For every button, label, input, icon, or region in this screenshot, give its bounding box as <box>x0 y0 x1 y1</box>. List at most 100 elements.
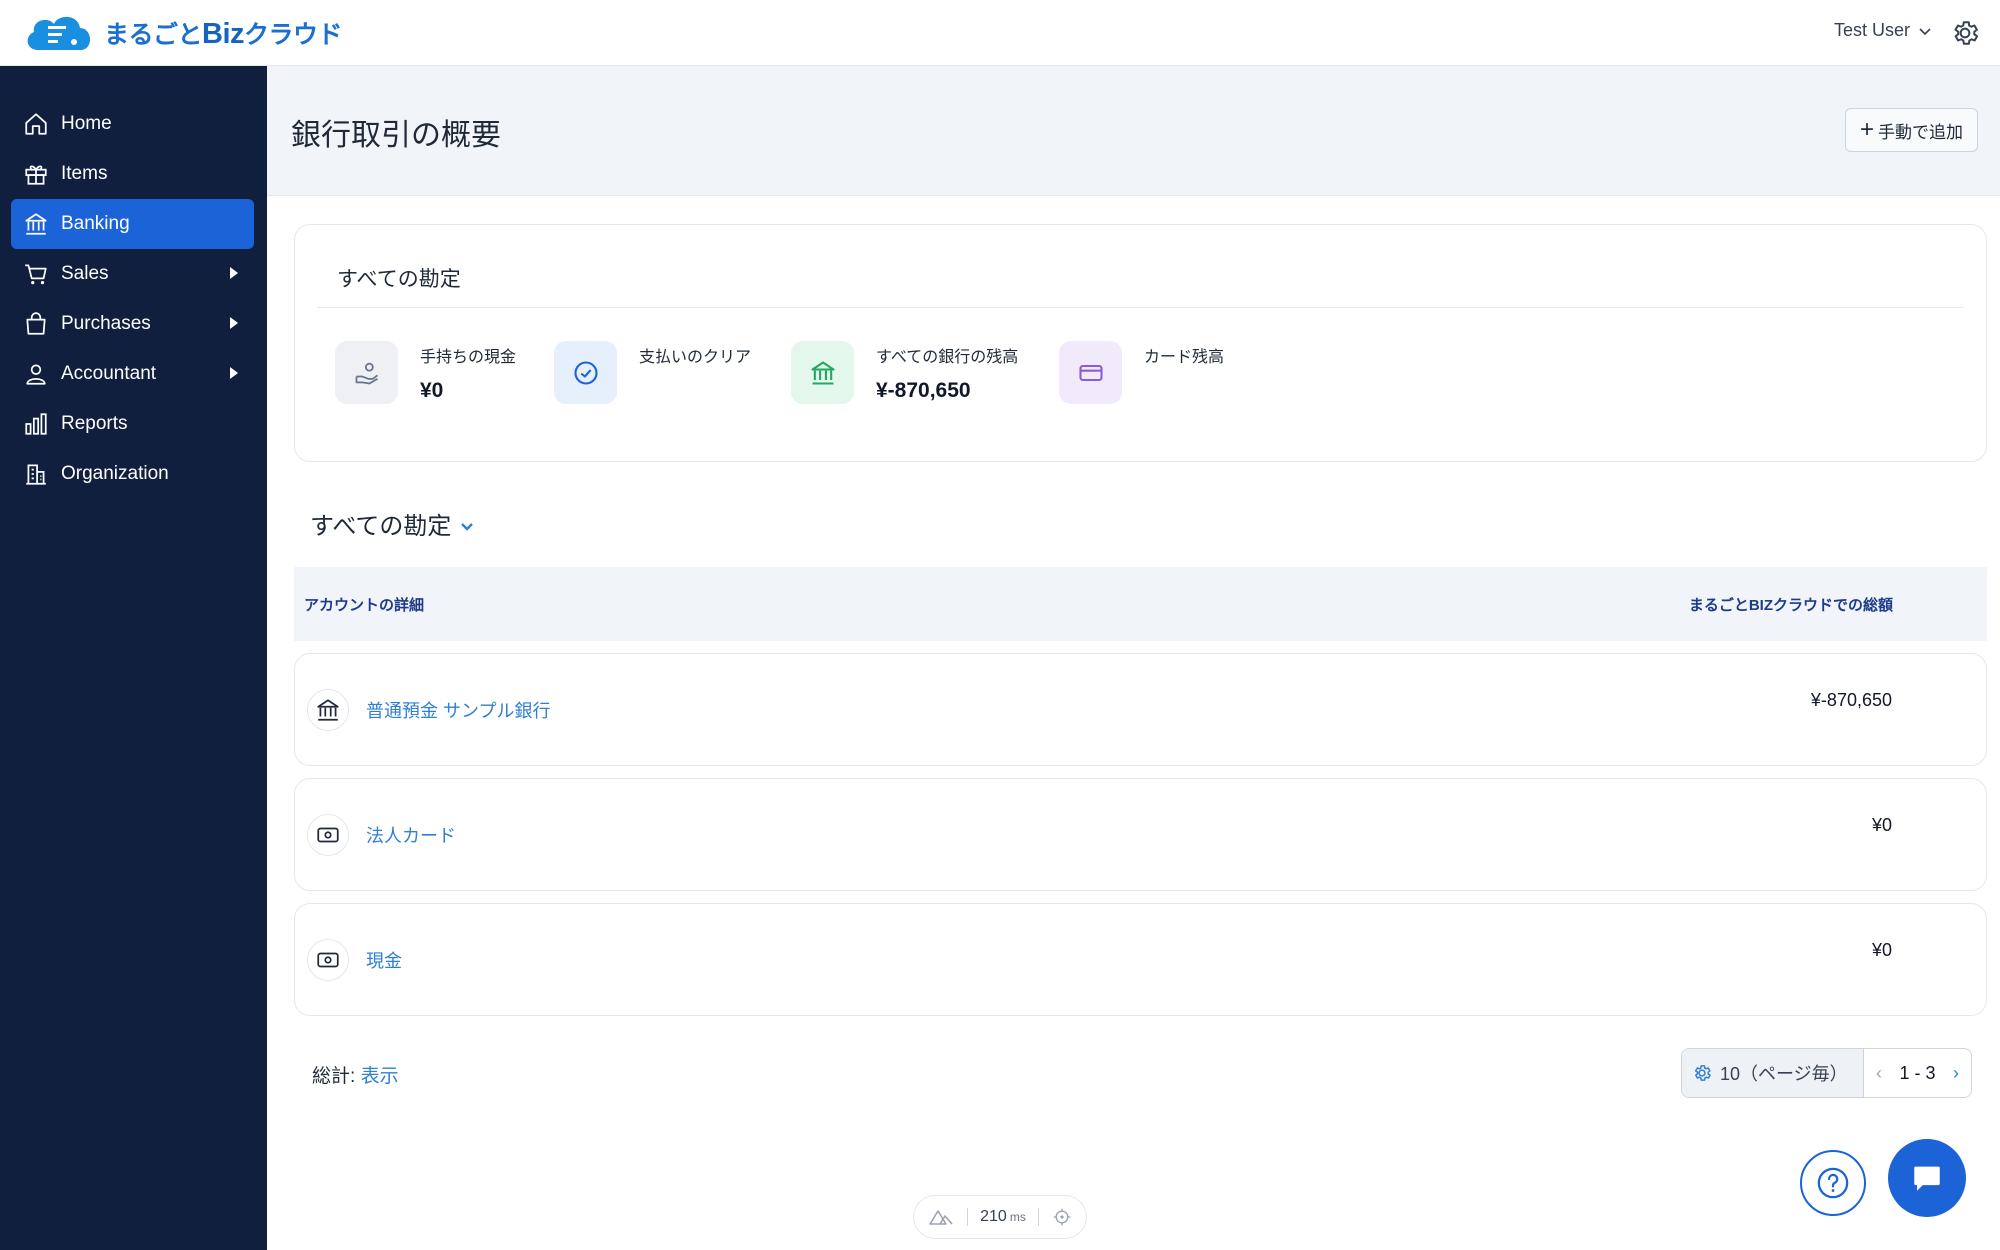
show-total-link[interactable]: 表示 <box>361 1066 399 1087</box>
perf-unit: ms <box>1009 1210 1026 1224</box>
page-title: 銀行取引の概要 <box>291 119 501 152</box>
perf-value: 210 <box>980 1208 1007 1225</box>
column-header-detail: アカウントの詳細 <box>304 597 425 614</box>
bank-icon <box>307 689 349 731</box>
accounts-filter-dropdown[interactable]: すべての勘定 <box>310 506 475 541</box>
chevron-down-icon <box>461 522 474 531</box>
stat-payment-clearing: 支払いのクリア <box>554 341 751 404</box>
table-row[interactable]: 普通預金 サンプル銀行 ¥-870,650 <box>294 653 1987 766</box>
column-header-total: まるごとBIZクラウドでの総額 <box>1688 597 1893 614</box>
cloud-logo-icon <box>27 16 91 50</box>
home-icon <box>25 113 47 135</box>
per-page-value: 10（ページ毎） <box>1720 1064 1848 1084</box>
building-icon <box>26 464 46 485</box>
perf-time: 210 ms <box>980 1208 1026 1226</box>
cash-icon <box>307 939 349 981</box>
table-row[interactable]: 法人カード ¥0 <box>294 778 1987 891</box>
brand-name-jp: まるごと <box>104 21 203 49</box>
divider <box>1038 1208 1040 1226</box>
table-header: アカウントの詳細 まるごとBIZクラウドでの総額 <box>294 567 1987 641</box>
sidebar-item-label: Items <box>61 163 108 184</box>
stat-all-bank-balance: すべての銀行の残高 ¥-870,650 <box>791 341 1018 404</box>
divider <box>317 307 1964 308</box>
brand-logo[interactable]: まるごとBizクラウド <box>22 10 343 56</box>
chevron-down-icon <box>1919 27 1931 35</box>
settings-gear-icon[interactable] <box>1950 18 1980 48</box>
sidebar-item-banking[interactable]: Banking <box>11 199 254 249</box>
stat-label: カード残高 <box>1144 349 1225 366</box>
grand-total: 総計: 表示 <box>312 1061 399 1088</box>
person-icon <box>26 364 46 385</box>
gift-icon <box>25 165 47 185</box>
submenu-arrow-icon <box>230 367 238 379</box>
crosshair-icon[interactable] <box>1052 1207 1072 1227</box>
per-page-select[interactable]: 10（ページ毎） <box>1682 1049 1864 1097</box>
check-circle-icon <box>554 341 617 404</box>
account-name-link[interactable]: 普通預金 サンプル銀行 <box>366 697 550 723</box>
submenu-arrow-icon <box>230 317 238 329</box>
total-label: 総計: <box>312 1066 356 1087</box>
pagination: 10（ページ毎） ‹ 1 - 3 › <box>1681 1048 1972 1098</box>
sidebar-item-home[interactable]: Home <box>11 99 254 149</box>
bag-icon <box>26 312 46 335</box>
user-name: Test User <box>1833 20 1910 40</box>
sidebar: Home Items Banking Sales Purchases Accou… <box>0 66 267 1250</box>
user-menu[interactable]: Test User <box>1834 20 1932 41</box>
sidebar-item-label: Reports <box>61 413 128 434</box>
account-amount: ¥0 <box>1871 815 1892 835</box>
nuxt-logo-icon <box>929 1210 953 1225</box>
accounts-summary-card: すべての勘定 手持ちの現金 ¥0 支払いのクリア すべての銀行の残高 ¥-870… <box>294 224 1987 462</box>
page-range: ‹ 1 - 3 › <box>1864 1049 1971 1097</box>
account-amount: ¥0 <box>1871 940 1892 960</box>
chat-bubble-icon <box>1914 1166 1940 1191</box>
brand-name-suffix: クラウド <box>244 21 343 49</box>
brand-name: まるごとBizクラウド <box>104 15 343 51</box>
sidebar-item-label: Purchases <box>61 313 151 334</box>
page-header: 銀行取引の概要 + 手動で追加 <box>267 66 2000 196</box>
bank-icon <box>791 341 854 404</box>
section-title: すべての勘定 <box>310 513 452 540</box>
credit-card-icon <box>1059 341 1122 404</box>
sidebar-item-label: Banking <box>61 213 130 234</box>
sidebar-item-reports[interactable]: Reports <box>11 399 254 449</box>
stat-label: すべての銀行の残高 <box>876 349 1019 366</box>
cash-icon <box>307 814 349 856</box>
sidebar-item-label: Home <box>61 113 112 134</box>
submenu-arrow-icon <box>230 267 238 279</box>
gear-icon <box>1694 1065 1711 1081</box>
bank-icon <box>25 213 47 235</box>
question-icon <box>1817 1167 1849 1199</box>
sidebar-item-sales[interactable]: Sales <box>11 249 254 299</box>
stat-cash-on-hand: 手持ちの現金 ¥0 <box>335 341 516 404</box>
divider <box>966 1208 968 1226</box>
chat-button[interactable] <box>1888 1139 1966 1217</box>
cart-icon <box>25 264 47 285</box>
plus-icon: + <box>1859 116 1874 143</box>
account-name-link[interactable]: 法人カード <box>366 822 456 848</box>
stat-value: ¥0 <box>420 379 444 402</box>
sidebar-item-organization[interactable]: Organization <box>11 449 254 499</box>
top-bar: まるごとBizクラウド Test User <box>0 0 2000 66</box>
sidebar-item-items[interactable]: Items <box>11 149 254 199</box>
sidebar-item-label: Organization <box>61 463 169 484</box>
account-amount: ¥-870,650 <box>1810 690 1892 710</box>
next-page-icon[interactable]: › <box>1953 1063 1959 1084</box>
sidebar-item-label: Accountant <box>61 363 157 384</box>
table-row[interactable]: 現金 ¥0 <box>294 903 1987 1016</box>
help-button[interactable] <box>1800 1150 1866 1216</box>
sidebar-item-accountant[interactable]: Accountant <box>11 349 254 399</box>
brand-name-biz: Biz <box>202 18 245 50</box>
stat-card-balance: カード残高 <box>1059 341 1224 404</box>
account-name-link[interactable]: 現金 <box>366 947 402 973</box>
summary-title: すべての勘定 <box>337 268 461 291</box>
manual-add-button[interactable]: + 手動で追加 <box>1844 108 1978 152</box>
stat-value: ¥-870,650 <box>876 379 971 402</box>
sidebar-item-label: Sales <box>61 263 109 284</box>
performance-badge: 210 ms <box>913 1195 1087 1239</box>
sidebar-item-purchases[interactable]: Purchases <box>11 299 254 349</box>
page-range-text: 1 - 3 <box>1899 1062 1936 1083</box>
manual-add-label: 手動で追加 <box>1878 122 1963 142</box>
stat-label: 支払いのクリア <box>639 349 752 366</box>
bar-chart-icon <box>25 413 47 435</box>
prev-page-icon[interactable]: ‹ <box>1876 1063 1882 1084</box>
